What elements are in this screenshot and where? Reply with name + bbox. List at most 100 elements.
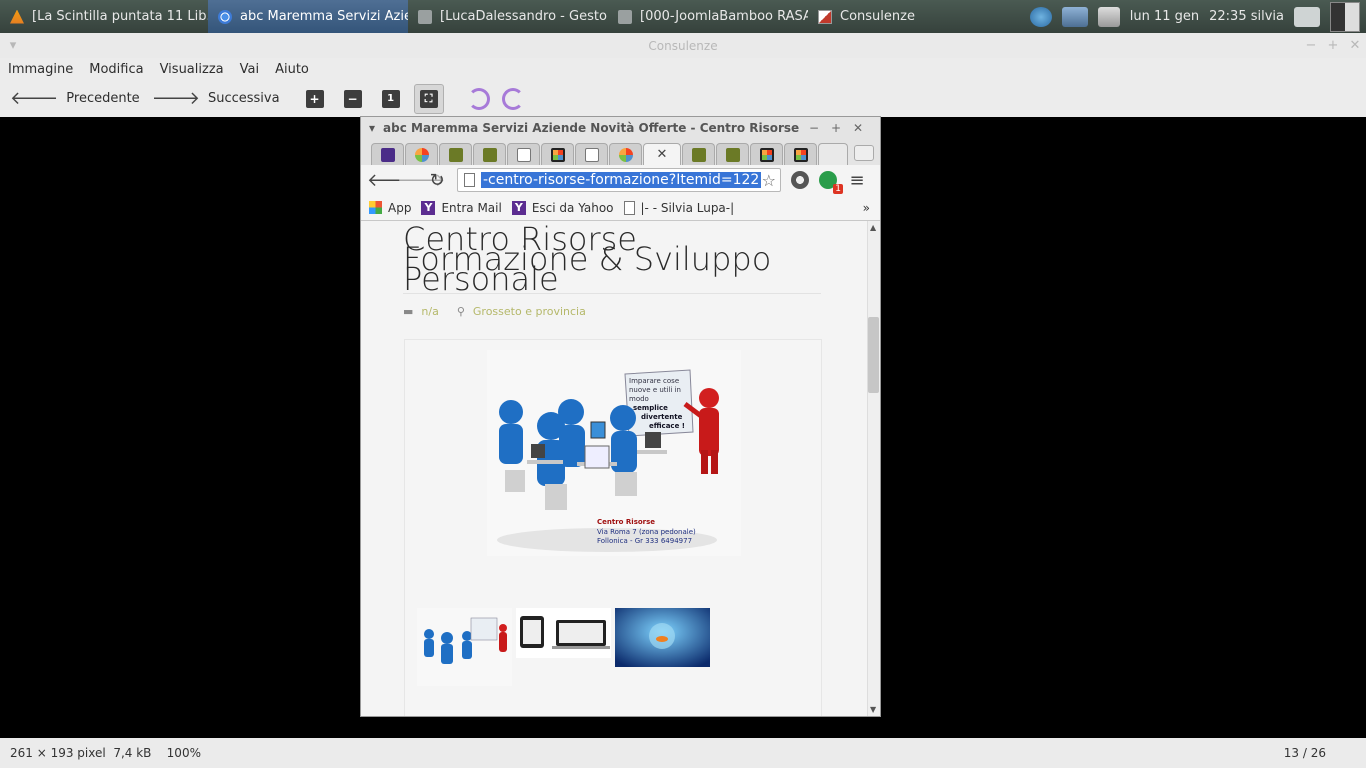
rotate-right-button[interactable] <box>496 84 530 114</box>
page-icon <box>623 200 635 215</box>
bookmark-entra-mail: Y Entra Mail <box>421 200 502 215</box>
page-icon <box>584 147 599 162</box>
minus-icon: − <box>343 89 362 108</box>
rotate-left-icon <box>467 87 490 110</box>
home-folder-icon[interactable] <box>1294 6 1320 27</box>
bamboo-icon <box>725 147 740 162</box>
board-line-2: nuove e utili in <box>629 386 681 394</box>
image-viewer-icon <box>818 9 832 24</box>
zoom-one-label: 1 <box>381 89 400 108</box>
arrow-left-icon: 🡐 <box>10 88 59 109</box>
menu-vai[interactable]: Vai <box>232 62 267 77</box>
page-icon <box>516 147 531 162</box>
arrow-right-icon: 🡒 <box>151 88 200 109</box>
footer-line-2: Via Roma 7 (zona pedonale) <box>597 528 696 536</box>
network-icon[interactable] <box>1097 6 1120 27</box>
browser-tab <box>609 143 642 165</box>
task-folder-luca[interactable]: [LucaDalessandro - Gestor... <box>408 0 608 33</box>
bookmark-silvia-lupa: |- - Silvia Lupa-| <box>623 200 734 215</box>
maximize-icon[interactable]: + <box>1322 33 1344 58</box>
taskbar: [La Scintilla puntata 11 Lib... abc Mare… <box>0 0 1366 33</box>
task-scintilla[interactable]: [La Scintilla puntata 11 Lib... <box>0 0 208 33</box>
reload-icon: ↻ <box>429 169 445 191</box>
browser-tab <box>750 143 783 165</box>
rotate-right-icon <box>501 87 524 110</box>
previous-button[interactable]: 🡐 Precedente <box>4 84 146 114</box>
bookmarks-bar: App Y Entra Mail Y Esci da Yahoo |- - Si… <box>361 195 880 221</box>
menu-visualizza[interactable]: Visualizza <box>152 62 232 77</box>
mail-icon <box>380 147 395 162</box>
thumbnail-training <box>417 608 512 686</box>
zoom-normal-button[interactable]: 1 <box>376 84 406 114</box>
fit-icon: ⛶ <box>413 83 444 114</box>
image-position: 13 / 26 <box>1283 746 1326 760</box>
zoom-in-button[interactable]: + <box>300 84 330 114</box>
close-icon[interactable]: ✕ <box>1344 33 1366 58</box>
browser-tab <box>682 143 715 165</box>
apps-grid-icon <box>369 201 382 214</box>
globe-icon[interactable] <box>1029 6 1052 27</box>
browser-tab <box>371 143 404 165</box>
yahoo-icon: Y <box>511 200 526 215</box>
browser-tab <box>507 143 540 165</box>
browser-tab <box>439 143 472 165</box>
window-menu-icon: ▾ <box>369 121 376 135</box>
footer-line-1: Centro Risorse <box>597 518 655 526</box>
viewer-titlebar: ▾ Consulenze − + ✕ <box>0 33 1366 58</box>
bookmark-apps: App <box>369 201 411 215</box>
menu-modifica[interactable]: Modifica <box>81 62 151 77</box>
bamboo-icon <box>482 147 497 162</box>
zoom-out-button[interactable]: − <box>338 84 368 114</box>
location-text: Grosseto e provincia <box>472 305 586 318</box>
article-meta: ▬ n/a ⚲ Grosseto e provincia <box>403 305 586 318</box>
browser-title: abc Maremma Servizi Aziende Novità Offer… <box>383 121 803 135</box>
next-label: Successiva <box>207 91 280 106</box>
main-photo: Imparare cose nuove e utili in modo semp… <box>487 350 741 556</box>
thumbnail-strip <box>417 608 710 686</box>
thumbnail-fishbowl <box>615 608 710 667</box>
task-label: [LucaDalessandro - Gestor... <box>440 9 608 24</box>
browser-titlebar: ▾ abc Maremma Servizi Aziende Novità Off… <box>361 117 880 139</box>
browser-tabstrip: ✕ <box>361 139 880 165</box>
close-icon: ✕ <box>853 121 864 135</box>
board-line-5: divertente <box>641 413 683 421</box>
page-icon <box>464 173 475 187</box>
system-tray: lun 11 gen 22:35 silvia <box>1029 0 1366 33</box>
location-pin-icon: ⚲ <box>456 305 465 318</box>
minimize-icon: − <box>809 121 820 135</box>
task-browser[interactable]: abc Maremma Servizi Azie... <box>208 0 408 33</box>
board-line-1: Imparare cose <box>629 377 679 385</box>
thumbnail-devices <box>516 608 611 658</box>
gallery-card: Imparare cose nuove e utili in modo semp… <box>404 339 822 716</box>
browser-tab-active: ✕ <box>643 143 681 165</box>
web-page: Centro Risorse Formazione & Sviluppo Per… <box>361 221 880 716</box>
display-icon[interactable] <box>1061 6 1088 27</box>
joomla-dark-icon <box>793 147 808 162</box>
article-title: Centro Risorse Formazione & Sviluppo Per… <box>403 223 823 295</box>
joomla-dark-icon <box>550 147 565 162</box>
address-bar: -centro-risorse-formazione?Itemid=122 ☆ <box>457 168 781 192</box>
minimize-icon[interactable]: − <box>1300 33 1322 58</box>
clock-time-user[interactable]: 22:35 silvia <box>1209 9 1284 24</box>
task-label: abc Maremma Servizi Azie... <box>240 9 408 24</box>
clock-date[interactable]: lun 11 gen <box>1130 9 1199 24</box>
joomla-dark-icon <box>759 147 774 162</box>
task-label: Consulenze <box>840 9 915 24</box>
forward-icon: 🡒 <box>397 169 446 191</box>
menu-immagine[interactable]: Immagine <box>0 62 81 77</box>
vlc-icon <box>10 9 24 24</box>
url-text: -centro-risorse-formazione?Itemid=122 <box>481 172 762 188</box>
rotate-left-button[interactable] <box>462 84 496 114</box>
fit-button[interactable]: ⛶ <box>408 83 450 114</box>
window-menu-icon[interactable]: ▾ <box>2 33 24 58</box>
task-consulenze[interactable]: Consulenze <box>808 0 918 33</box>
displayed-image: ▾ abc Maremma Servizi Aziende Novità Off… <box>360 116 881 717</box>
menu-aiuto[interactable]: Aiuto <box>267 62 317 77</box>
image-info: 261 × 193 pixel 7,4 kB 100% <box>10 746 201 760</box>
workspace-switcher[interactable] <box>1330 1 1360 32</box>
scrollbar-thumb <box>868 317 879 393</box>
scroll-down-icon: ▼ <box>870 705 877 714</box>
bookmark-label: Entra Mail <box>441 200 502 215</box>
next-button[interactable]: 🡒 Successiva <box>146 84 286 114</box>
task-folder-joomla[interactable]: [000-JoomlaBamboo RASA ... <box>608 0 808 33</box>
